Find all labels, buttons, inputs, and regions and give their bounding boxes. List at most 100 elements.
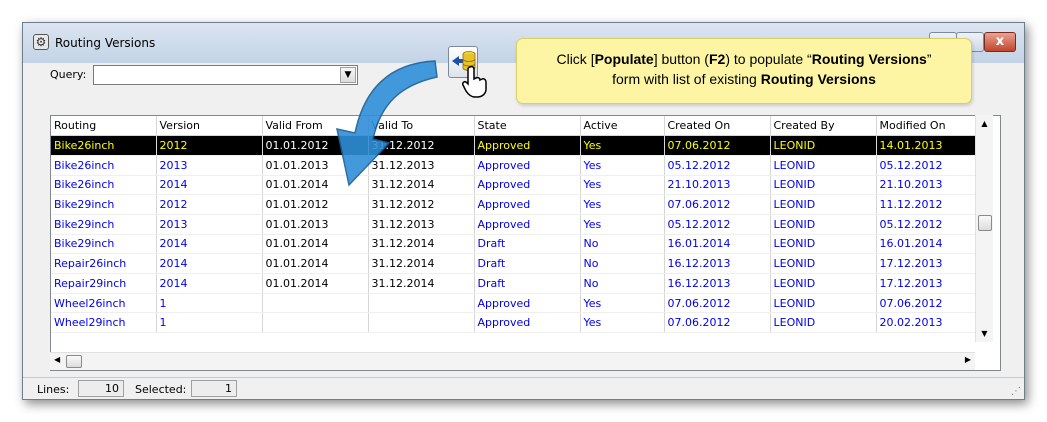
cell-valid-to[interactable]: 31.12.2014 — [368, 234, 475, 255]
cell-created-by[interactable]: LEONID — [770, 135, 877, 156]
column-header-routing[interactable]: Routing — [51, 116, 157, 137]
cell-modified-on[interactable]: 17.12.2013 — [876, 253, 983, 274]
cell-version[interactable]: 2013 — [156, 155, 263, 176]
cell-valid-from[interactable]: 01.01.2014 — [262, 234, 369, 255]
table-row[interactable]: Repair26inch 2014 01.01.2014 31.12.2014 Draf… — [51, 253, 983, 274]
scroll-left-icon[interactable]: ◀ — [54, 355, 60, 364]
cell-valid-from[interactable] — [262, 293, 369, 314]
vertical-scroll-thumb[interactable] — [978, 215, 992, 231]
cell-state[interactable]: Draft — [474, 273, 581, 294]
cell-created-on[interactable]: 16.12.2013 — [664, 253, 771, 274]
cell-created-by[interactable]: LEONID — [770, 194, 877, 215]
cell-routing[interactable]: Bike29inch — [51, 194, 157, 215]
cell-version[interactable]: 2014 — [156, 234, 263, 255]
cell-valid-to[interactable]: 31.12.2012 — [368, 194, 475, 215]
cell-routing[interactable]: Bike26inch — [51, 135, 157, 156]
cell-valid-to[interactable]: 31.12.2014 — [368, 273, 475, 294]
cell-modified-on[interactable]: 05.12.2012 — [876, 155, 983, 176]
cell-state[interactable]: Approved — [474, 194, 581, 215]
column-header-active[interactable]: Active — [580, 116, 665, 137]
cell-version[interactable]: 2014 — [156, 253, 263, 274]
cell-created-on[interactable]: 07.06.2012 — [664, 194, 771, 215]
column-header-state[interactable]: State — [474, 116, 581, 137]
cell-active[interactable]: Yes — [580, 175, 665, 196]
cell-created-on[interactable]: 21.10.2013 — [664, 175, 771, 196]
cell-active[interactable]: Yes — [580, 135, 665, 156]
table-row[interactable]: Bike29inch 2013 01.01.2013 31.12.2013 Approv… — [51, 214, 983, 235]
cell-created-by[interactable]: LEONID — [770, 293, 877, 314]
table-row[interactable]: Bike26inch 2012 01.01.2012 31.12.2012 Approv… — [51, 135, 983, 156]
cell-active[interactable]: Yes — [580, 194, 665, 215]
cell-created-on[interactable]: 05.12.2012 — [664, 155, 771, 176]
scroll-down-icon[interactable]: ▼ — [976, 329, 993, 338]
cell-created-by[interactable]: LEONID — [770, 234, 877, 255]
cell-valid-from[interactable]: 01.01.2012 — [262, 194, 369, 215]
table-row[interactable]: Bike29inch 2014 01.01.2014 31.12.2014 Draft N… — [51, 234, 983, 255]
cell-valid-from[interactable]: 01.01.2013 — [262, 214, 369, 235]
cell-created-by[interactable]: LEONID — [770, 214, 877, 235]
cell-routing[interactable]: Repair26inch — [51, 253, 157, 274]
cell-state[interactable]: Approved — [474, 135, 581, 156]
cell-state[interactable]: Approved — [474, 175, 581, 196]
cell-state[interactable]: Draft — [474, 234, 581, 255]
cell-modified-on[interactable]: 16.01.2014 — [876, 234, 983, 255]
cell-active[interactable]: Yes — [580, 293, 665, 314]
cell-created-on[interactable]: 05.12.2012 — [664, 214, 771, 235]
horizontal-scroll-thumb[interactable] — [66, 355, 82, 368]
cell-state[interactable]: Approved — [474, 312, 581, 334]
cell-created-by[interactable]: LEONID — [770, 253, 877, 274]
table-row[interactable]: Wheel29inch 1 Approved Yes 07.06.2012 LEONID 2… — [51, 312, 983, 334]
cell-version[interactable]: 2012 — [156, 194, 263, 215]
cell-routing[interactable]: Bike26inch — [51, 175, 157, 196]
cell-routing[interactable]: Wheel26inch — [51, 293, 157, 314]
column-header-version[interactable]: Version — [156, 116, 263, 137]
cell-created-on[interactable]: 07.06.2012 — [664, 135, 771, 156]
scroll-right-icon[interactable]: ▶ — [965, 355, 971, 364]
resize-grip-icon[interactable]: ⋰ — [1011, 386, 1021, 397]
cell-state[interactable]: Draft — [474, 253, 581, 274]
cell-routing[interactable]: Wheel29inch — [51, 312, 157, 334]
cell-version[interactable]: 2014 — [156, 175, 263, 196]
cell-version[interactable]: 1 — [156, 293, 263, 314]
cell-active[interactable]: No — [580, 253, 665, 274]
column-header-created-on[interactable]: Created On — [664, 116, 771, 137]
cell-state[interactable]: Approved — [474, 293, 581, 314]
cell-valid-to[interactable]: 31.12.2014 — [368, 253, 475, 274]
cell-routing[interactable]: Bike26inch — [51, 155, 157, 176]
cell-state[interactable]: Approved — [474, 214, 581, 235]
cell-valid-from[interactable]: 01.01.2014 — [262, 273, 369, 294]
cell-valid-to[interactable]: 31.12.2013 — [368, 214, 475, 235]
cell-created-by[interactable]: LEONID — [770, 312, 877, 334]
table-row[interactable]: Repair29inch 2014 01.01.2014 31.12.2014 Draf… — [51, 273, 983, 294]
cell-valid-from[interactable]: 01.01.2014 — [262, 253, 369, 274]
cell-modified-on[interactable]: 17.12.2013 — [876, 273, 983, 294]
cell-created-on[interactable]: 07.06.2012 — [664, 312, 771, 334]
cell-modified-on[interactable]: 20.02.2013 — [876, 312, 983, 334]
column-header-created-by[interactable]: Created By — [770, 116, 877, 137]
close-button[interactable]: x — [984, 32, 1016, 52]
cell-version[interactable]: 1 — [156, 312, 263, 334]
table-row[interactable]: Bike26inch 2014 01.01.2014 31.12.2014 Approv… — [51, 175, 983, 196]
cell-routing[interactable]: Bike29inch — [51, 234, 157, 255]
cell-created-on[interactable]: 16.01.2014 — [664, 234, 771, 255]
cell-active[interactable]: Yes — [580, 155, 665, 176]
cell-valid-from[interactable] — [262, 312, 369, 334]
cell-active[interactable]: Yes — [580, 214, 665, 235]
cell-active[interactable]: No — [580, 273, 665, 294]
scroll-up-icon[interactable]: ▲ — [976, 119, 993, 128]
cell-state[interactable]: Approved — [474, 155, 581, 176]
cell-routing[interactable]: Repair29inch — [51, 273, 157, 294]
horizontal-scrollbar[interactable]: ◀ ▶ — [50, 352, 975, 370]
cell-version[interactable]: 2012 — [156, 135, 263, 156]
cell-created-on[interactable]: 07.06.2012 — [664, 293, 771, 314]
table-row[interactable]: Bike29inch 2012 01.01.2012 31.12.2012 Approv… — [51, 194, 983, 215]
column-header-modified-on[interactable]: Modified On — [876, 116, 983, 137]
cell-modified-on[interactable]: 05.12.2012 — [876, 214, 983, 235]
cell-created-by[interactable]: LEONID — [770, 273, 877, 294]
cell-valid-to[interactable] — [368, 293, 475, 314]
cell-created-by[interactable]: LEONID — [770, 155, 877, 176]
cell-routing[interactable]: Bike29inch — [51, 214, 157, 235]
cell-valid-to[interactable] — [368, 312, 475, 334]
cell-version[interactable]: 2014 — [156, 273, 263, 294]
cell-active[interactable]: Yes — [580, 312, 665, 334]
